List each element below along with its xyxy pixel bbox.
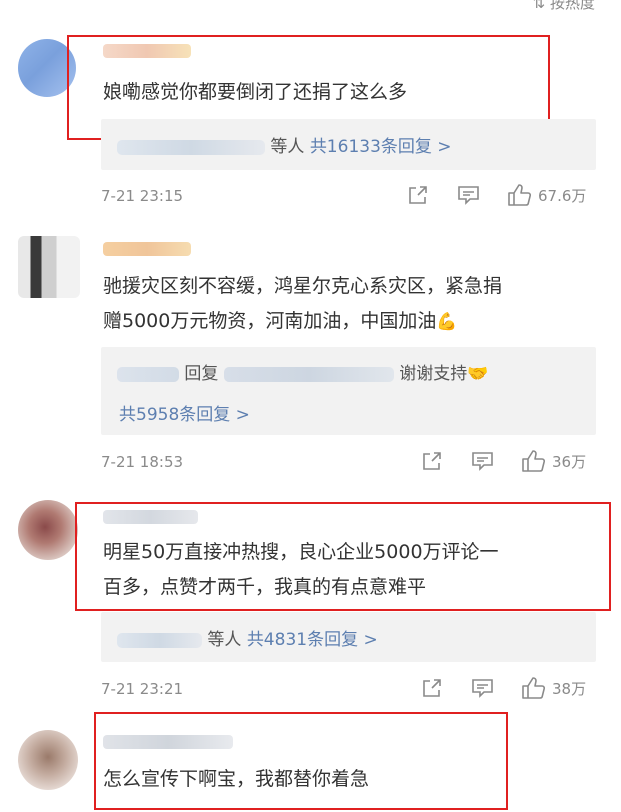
avatar[interactable] xyxy=(18,730,78,790)
reply-suffix: 等人 xyxy=(207,630,242,650)
username-blurred[interactable] xyxy=(103,44,191,58)
like-button[interactable]: 67.6万 xyxy=(507,183,586,207)
comment-icon xyxy=(472,452,493,471)
reply-usernames-blurred xyxy=(117,139,265,155)
share-icon xyxy=(423,452,441,470)
reply-count-link[interactable]: 共4831条回复 > xyxy=(247,630,378,650)
like-button[interactable]: 36万 xyxy=(521,449,586,473)
username-blurred[interactable] xyxy=(103,242,191,256)
username-blurred[interactable] xyxy=(103,735,233,749)
comment-text-line1: 明星50万直接冲热搜，良心企业5000万评论一 xyxy=(103,541,499,563)
comment-text: 娘嘞感觉你都要倒闭了还捐了这么多 xyxy=(103,81,408,103)
reply-preview-box[interactable]: 回复 谢谢支持🤝 共5958条回复 > xyxy=(101,347,596,435)
reply-suffix: 等人 xyxy=(270,137,305,157)
like-count: 67.6万 xyxy=(538,186,587,205)
comment-text: 明星50万直接冲热搜，良心企业5000万评论一 百多，点赞才两千，我真的有点意难… xyxy=(103,535,499,605)
comment-text-line2: 百多，点赞才两千，我真的有点意难平 xyxy=(103,576,427,598)
sort-by-hot-button[interactable]: ⇅ 按热度 xyxy=(533,0,595,13)
comment-icon xyxy=(458,186,479,205)
reply-summary[interactable]: 等人 共4831条回复 > xyxy=(117,625,378,650)
reply-count-link[interactable]: 共5958条回复 > xyxy=(119,400,250,425)
like-button[interactable]: 38万 xyxy=(521,676,586,700)
username-blurred[interactable] xyxy=(103,510,198,524)
handshake-emoji: 🤝 xyxy=(467,364,489,384)
avatar[interactable] xyxy=(18,39,76,97)
like-count: 38万 xyxy=(552,679,587,698)
share-icon xyxy=(423,679,441,697)
flexed-biceps-emoji: 💪 xyxy=(436,312,458,332)
reply-username-blurred xyxy=(117,366,179,382)
comment-text-line1: 驰援灾区刻不容缓，鸿星尔克心系灾区，紧急捐 xyxy=(103,275,503,297)
like-count: 36万 xyxy=(552,452,587,471)
comment-time: 7-21 18:53 xyxy=(101,453,184,471)
comment-time: 7-21 23:15 xyxy=(101,187,184,205)
comment-icon xyxy=(472,679,493,698)
comment-button[interactable] xyxy=(457,185,481,205)
comment-time: 7-21 23:21 xyxy=(101,680,184,698)
thumbs-up-icon xyxy=(522,677,546,699)
thumbs-up-icon xyxy=(508,184,532,206)
reply-label-b: 谢谢支持 xyxy=(399,364,468,384)
reply-count-link[interactable]: 共16133条回复 > xyxy=(310,137,452,157)
reply-preview-box[interactable]: 等人 共4831条回复 > xyxy=(101,612,596,662)
reply-summary[interactable]: 等人 共16133条回复 > xyxy=(117,132,452,157)
share-button[interactable] xyxy=(407,185,429,205)
share-icon xyxy=(409,186,427,204)
reply-text-blurred xyxy=(223,366,394,382)
thumbs-up-icon xyxy=(522,450,546,472)
avatar[interactable] xyxy=(18,500,78,560)
comment-text: 怎么宣传下啊宝，我都替你着急 xyxy=(103,768,370,790)
reply-preview-box[interactable]: 等人 共16133条回复 > xyxy=(101,119,596,170)
comment-button[interactable] xyxy=(471,678,495,698)
comment-button[interactable] xyxy=(471,451,495,471)
sort-label: 按热度 xyxy=(549,0,595,12)
share-button[interactable] xyxy=(421,678,443,698)
comment-text: 驰援灾区刻不容缓，鸿星尔克心系灾区，紧急捐 赠5000万元物资，河南加油，中国加… xyxy=(103,269,502,340)
comment-text-line2-text: 赠5000万元物资，河南加油，中国加油 xyxy=(103,310,437,332)
sort-icon: ⇅ xyxy=(532,0,546,12)
reply-preview-line[interactable]: 回复 谢谢支持🤝 xyxy=(117,359,488,384)
reply-usernames-blurred xyxy=(117,632,202,648)
share-button[interactable] xyxy=(421,451,443,471)
comment-text-line2: 赠5000万元物资，河南加油，中国加油💪 xyxy=(103,304,502,340)
reply-label-a: 回复 xyxy=(184,364,219,384)
avatar[interactable] xyxy=(18,236,80,298)
